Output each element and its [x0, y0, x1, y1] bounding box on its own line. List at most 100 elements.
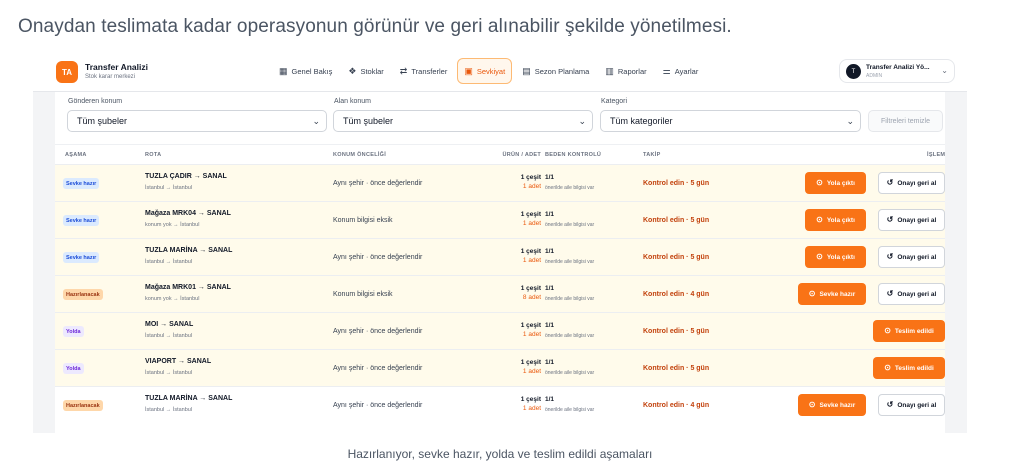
sender-select[interactable]: Tüm şubeler ⌄: [67, 110, 327, 132]
undo-approval-button[interactable]: ↺ Onayı geri al: [878, 172, 945, 194]
shipment-panel: Gönderen konum Tüm şubeler ⌄ Alan konum …: [55, 92, 945, 433]
main-nav: ▦ Genel Bakış ❖ Stoklar ⇄ Transferler ▣ Sevkiya…: [273, 58, 704, 84]
clipboard-icon: ▣: [464, 65, 473, 76]
size-check-note: önerilde aile bilgisi var: [545, 333, 595, 339]
location-priority: Aynı şehir · önce değerlendir: [333, 402, 423, 409]
undo-approval-label: Onayı geri al: [897, 179, 937, 187]
table-row: Sevke hazır TUZLA ÇADIR → SANAL İstanbul →…: [55, 164, 945, 201]
avatar: T: [846, 64, 861, 79]
sender-select-value: Tüm şubeler: [77, 116, 128, 126]
advance-stage-label: Sevke hazır: [819, 401, 856, 409]
route-cities: konum yok → İstanbul: [145, 222, 200, 228]
size-check-note: önerilde aile bilgisi var: [545, 370, 595, 376]
receiver-select-value: Tüm şubeler: [343, 116, 394, 126]
stage-badge: Sevke hazır: [63, 252, 100, 263]
route-name: Mağaza MRK04 → SANAL: [145, 210, 231, 217]
mark-delivered-button[interactable]: ⊙ Teslim edildi: [873, 320, 945, 342]
nav-item-chart[interactable]: ▥ Raporlar: [599, 58, 652, 84]
undo-icon: ↺: [886, 400, 894, 409]
undo-approval-button[interactable]: ↺ Onayı geri al: [878, 283, 945, 305]
sender-filter-label: Gönderen konum: [68, 98, 123, 105]
item-count: 1 adet: [522, 220, 541, 227]
size-check-note: önerilde aile bilgisi var: [545, 185, 595, 191]
calendar-icon: ▤: [522, 65, 531, 76]
route-name: TUZLA MARİNA → SANAL: [145, 247, 233, 254]
size-check: 1/1: [545, 359, 555, 366]
chevron-down-icon: ⌄: [941, 66, 948, 75]
nav-item-label: Sevkiyat: [476, 66, 506, 76]
nav-item-label: Raporlar: [617, 66, 647, 76]
product-count: 1 çeşit: [520, 359, 541, 366]
receiver-select[interactable]: Tüm şubeler ⌄: [333, 110, 593, 132]
stage-badge: Yolda: [63, 363, 84, 374]
chevron-down-icon: ⌄: [846, 116, 854, 126]
size-check-note: önerilde aile bilgisi var: [545, 296, 595, 302]
item-count: 1 adet: [522, 183, 541, 190]
category-select-value: Tüm kategoriler: [610, 116, 673, 126]
route-name: Mağaza MRK01 → SANAL: [145, 284, 231, 291]
check-circle-icon: ⊙: [816, 215, 823, 224]
location-priority: Aynı şehir · önce değerlendir: [333, 254, 423, 261]
size-check: 1/1: [545, 396, 555, 403]
size-check: 1/1: [545, 285, 555, 292]
user-menu[interactable]: T Transfer Analizi Yö... ADMIN ⌄: [839, 59, 955, 83]
chart-icon: ▥: [605, 65, 614, 76]
advance-stage-label: Yola çıktı: [826, 179, 855, 187]
product-count: 1 çeşit: [520, 211, 541, 218]
undo-approval-button[interactable]: ↺ Onayı geri al: [878, 209, 945, 231]
route-cities: İstanbul → İstanbul: [145, 259, 193, 265]
check-circle-icon: ⊙: [884, 363, 891, 372]
tracking-status: Kontrol edin · 5 gün: [643, 365, 710, 372]
undo-approval-label: Onayı geri al: [897, 290, 937, 298]
undo-approval-button[interactable]: ↺ Onayı geri al: [878, 394, 945, 416]
table-row: Sevke hazır TUZLA MARİNA → SANAL İstanbul …: [55, 238, 945, 275]
check-circle-icon: ⊙: [808, 400, 816, 409]
advance-stage-button[interactable]: ⊙ Yola çıktı: [805, 246, 866, 268]
category-filter-label: Kategori: [601, 98, 628, 105]
advance-stage-button[interactable]: ⊙ Sevke hazır: [798, 283, 866, 305]
route-cities: İstanbul → İstanbul: [145, 333, 193, 339]
size-check: 1/1: [545, 248, 555, 255]
nav-item-label: Transferler: [411, 66, 448, 76]
item-count: 1 adet: [522, 331, 541, 338]
nav-item-transfer[interactable]: ⇄ Transferler: [394, 58, 454, 84]
tracking-status: Kontrol edin · 4 gün: [643, 402, 710, 409]
size-check: 1/1: [545, 174, 555, 181]
advance-stage-button[interactable]: ⊙ Yola çıktı: [805, 209, 866, 231]
route-cities: İstanbul → İstanbul: [145, 370, 193, 376]
undo-approval-label: Onayı geri al: [897, 216, 937, 224]
nav-item-calendar[interactable]: ▤ Sezon Planlama: [516, 58, 595, 84]
item-count: 1 adet: [522, 405, 541, 412]
chevron-down-icon: ⌄: [312, 116, 320, 126]
advance-stage-button[interactable]: ⊙ Sevke hazır: [798, 394, 866, 416]
check-circle-icon: ⊙: [816, 178, 823, 187]
nav-item-sliders[interactable]: ⚌ Ayarlar: [657, 58, 705, 84]
mark-delivered-label: Teslim edildi: [894, 327, 934, 335]
undo-approval-button[interactable]: ↺ Onayı geri al: [878, 246, 945, 268]
mark-delivered-button[interactable]: ⊙ Teslim edildi: [873, 357, 945, 379]
user-name: Transfer Analizi Yö...: [866, 64, 930, 71]
undo-approval-label: Onayı geri al: [897, 401, 937, 409]
product-count: 1 çeşit: [520, 322, 541, 329]
route-name: VIAPORT → SANAL: [145, 358, 212, 365]
column-action: İŞLEM: [927, 152, 946, 158]
column-route: ROTA: [145, 152, 162, 158]
clear-filters-button[interactable]: Filtreleri temizle: [868, 110, 943, 132]
stage-badge: Hazırlanacak: [63, 289, 103, 300]
transfer-icon: ⇄: [399, 65, 408, 76]
nav-item-boxes[interactable]: ❖ Stoklar: [342, 58, 389, 84]
nav-item-label: Genel Bakış: [291, 66, 333, 76]
undo-icon: ↺: [886, 289, 894, 298]
receiver-filter-label: Alan konum: [334, 98, 371, 105]
app-logo[interactable]: TA: [56, 61, 78, 83]
undo-icon: ↺: [886, 215, 894, 224]
nav-item-grid[interactable]: ▦ Genel Bakış: [273, 58, 338, 84]
user-role: ADMIN: [866, 73, 883, 79]
category-select[interactable]: Tüm kategoriler ⌄: [600, 110, 861, 132]
top-navigation-bar: TA Transfer Analizi Stok karar merkezi ▦…: [33, 50, 967, 92]
size-check: 1/1: [545, 322, 555, 329]
check-circle-icon: ⊙: [808, 289, 816, 298]
advance-stage-button[interactable]: ⊙ Yola çıktı: [805, 172, 866, 194]
nav-item-label: Stoklar: [360, 66, 384, 76]
nav-item-clipboard[interactable]: ▣ Sevkiyat: [457, 58, 513, 84]
